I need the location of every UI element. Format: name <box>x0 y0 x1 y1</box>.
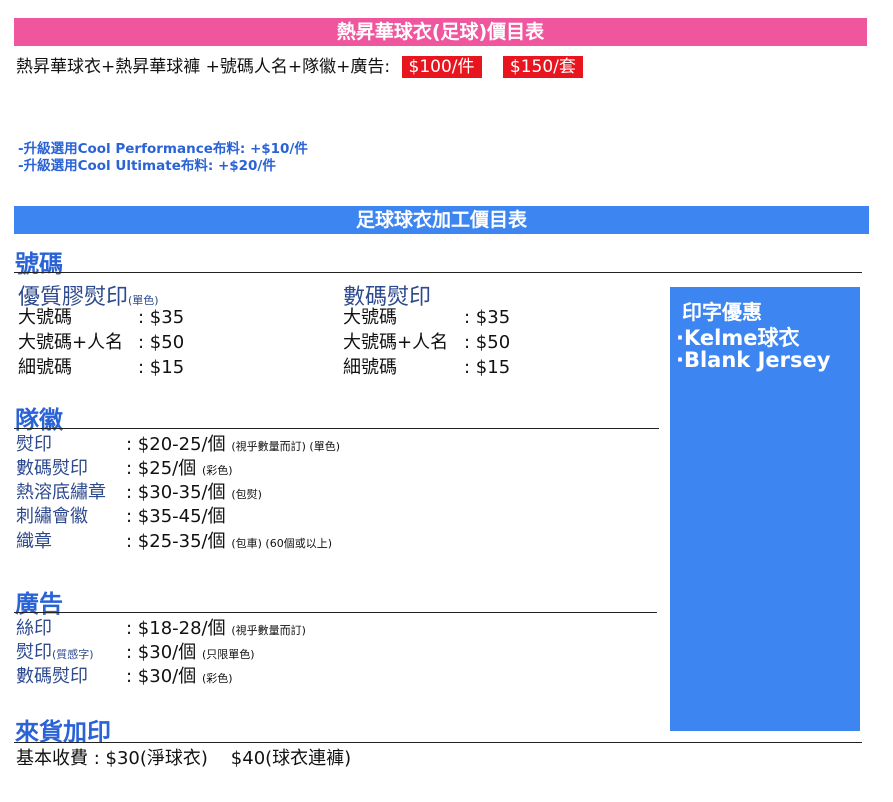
digital-price: : $50 <box>464 332 511 353</box>
premium-price: : $35 <box>138 307 185 328</box>
premium-label: 大號碼+人名 <box>18 332 124 353</box>
badge-note: (視乎數量而訂) (單色) <box>231 440 341 453</box>
badge-label: 織章 <box>16 531 52 552</box>
badge-price: : $20-25/個 <box>126 434 226 455</box>
badge-label: 熱溶底繡章 <box>16 482 106 503</box>
ads-label-note: (質感字) <box>52 648 94 661</box>
digital-label: 大號碼+人名 <box>343 332 449 353</box>
promo-item-kelme: ·Kelme球衣 <box>676 326 800 350</box>
digital-price: : $15 <box>464 357 511 378</box>
badge-price: : $35-45/個 <box>126 506 226 527</box>
ads-note: (彩色) <box>201 672 233 685</box>
badge-label: 熨印 <box>16 434 52 455</box>
ads-label-text: 數碼熨印 <box>16 666 88 687</box>
price-per-piece: $100/件 <box>401 56 482 78</box>
premium-label: 細號碼 <box>18 357 72 378</box>
numbers-divider <box>14 272 862 273</box>
ads-price-line: : $18-28/個 (視乎數量而訂) <box>126 616 306 643</box>
ads-price-line: : $30/個 (彩色) <box>126 664 233 691</box>
ads-note: (只限單色) <box>201 648 255 661</box>
promo-title: 印字優惠 <box>682 300 762 324</box>
badge-note: (包車) (60個或以上) <box>231 537 333 550</box>
digital-price: : $35 <box>464 307 511 328</box>
badge-label: 數碼熨印 <box>16 458 88 479</box>
ads-label-text: 熨印 <box>16 642 52 663</box>
digital-label: 細號碼 <box>343 357 397 378</box>
premium-price: : $50 <box>138 332 185 353</box>
ads-label: 熨印(質感字) <box>16 640 94 667</box>
ads-label-text: 絲印 <box>16 618 52 639</box>
badge-label: 刺繡會徽 <box>16 506 88 527</box>
badge-price-line: : $25-35/個 (包車) (60個或以上) <box>126 529 332 556</box>
ads-divider <box>14 612 657 613</box>
digital-label: 大號碼 <box>343 307 397 328</box>
premium-label: 大號碼 <box>18 307 72 328</box>
badge-price: : $25/個 <box>126 458 197 479</box>
ads-heading: 廣告 <box>15 590 63 618</box>
upgrade-performance: -升級選用Cool Performance布料: +$10/件 <box>18 141 308 157</box>
premium-row: 大號碼+人名 <box>18 330 123 355</box>
ads-price: : $18-28/個 <box>126 618 226 639</box>
numbers-heading: 號碼 <box>15 250 63 278</box>
badge-price-line: : $20-25/個 (視乎數量而訂) (單色) <box>126 432 340 459</box>
title-bar: 熱昇華球衣(足球)價目表 <box>14 18 867 46</box>
premium-price: : $15 <box>138 357 185 378</box>
badge-heading: 隊徽 <box>15 406 63 434</box>
incoming-text: 基本收費 : $30(淨球衣) $40(球衣連褲) <box>16 748 352 769</box>
ads-price-line: : $30/個 (只限單色) <box>126 640 255 667</box>
badge-note: (彩色) <box>201 464 233 477</box>
badge-price: : $25-35/個 <box>126 531 226 552</box>
badge-price-line: : $30-35/個 (包熨) <box>126 480 262 507</box>
incoming-divider <box>14 742 862 743</box>
package-desc: 熱昇華球衣+熱昇華球褲 +號碼人名+隊徽+廣告: <box>16 57 391 77</box>
package-line: 熱昇華球衣+熱昇華球褲 +號碼人名+隊徽+廣告: $100/件 $150/套 <box>16 55 583 79</box>
premium-row: 細號碼 <box>18 355 72 380</box>
ads-price: : $30/個 <box>126 666 197 687</box>
badge-divider <box>14 428 659 429</box>
ads-note: (視乎數量而訂) <box>231 624 306 637</box>
upgrade-ultimate: -升級選用Cool Ultimate布料: +$20/件 <box>18 158 276 174</box>
ads-price: : $30/個 <box>126 642 197 663</box>
badge-price: : $30-35/個 <box>126 482 226 503</box>
badge-note: (包熨) <box>231 488 262 501</box>
ads-label: 絲印 <box>16 616 52 643</box>
promo-box: 印字優惠 ·Kelme球衣 ·Blank Jersey <box>670 287 860 731</box>
ads-label: 數碼熨印 <box>16 664 88 691</box>
badge-price-line: : $25/個 (彩色) <box>126 456 233 483</box>
badge-price-line: : $35-45/個 <box>126 504 226 531</box>
premium-row: 大號碼 <box>18 305 72 330</box>
price-per-set: $150/套 <box>502 56 583 78</box>
processing-bar: 足球球衣加工價目表 <box>14 206 869 234</box>
promo-item-blank-jersey: ·Blank Jersey <box>676 348 831 372</box>
